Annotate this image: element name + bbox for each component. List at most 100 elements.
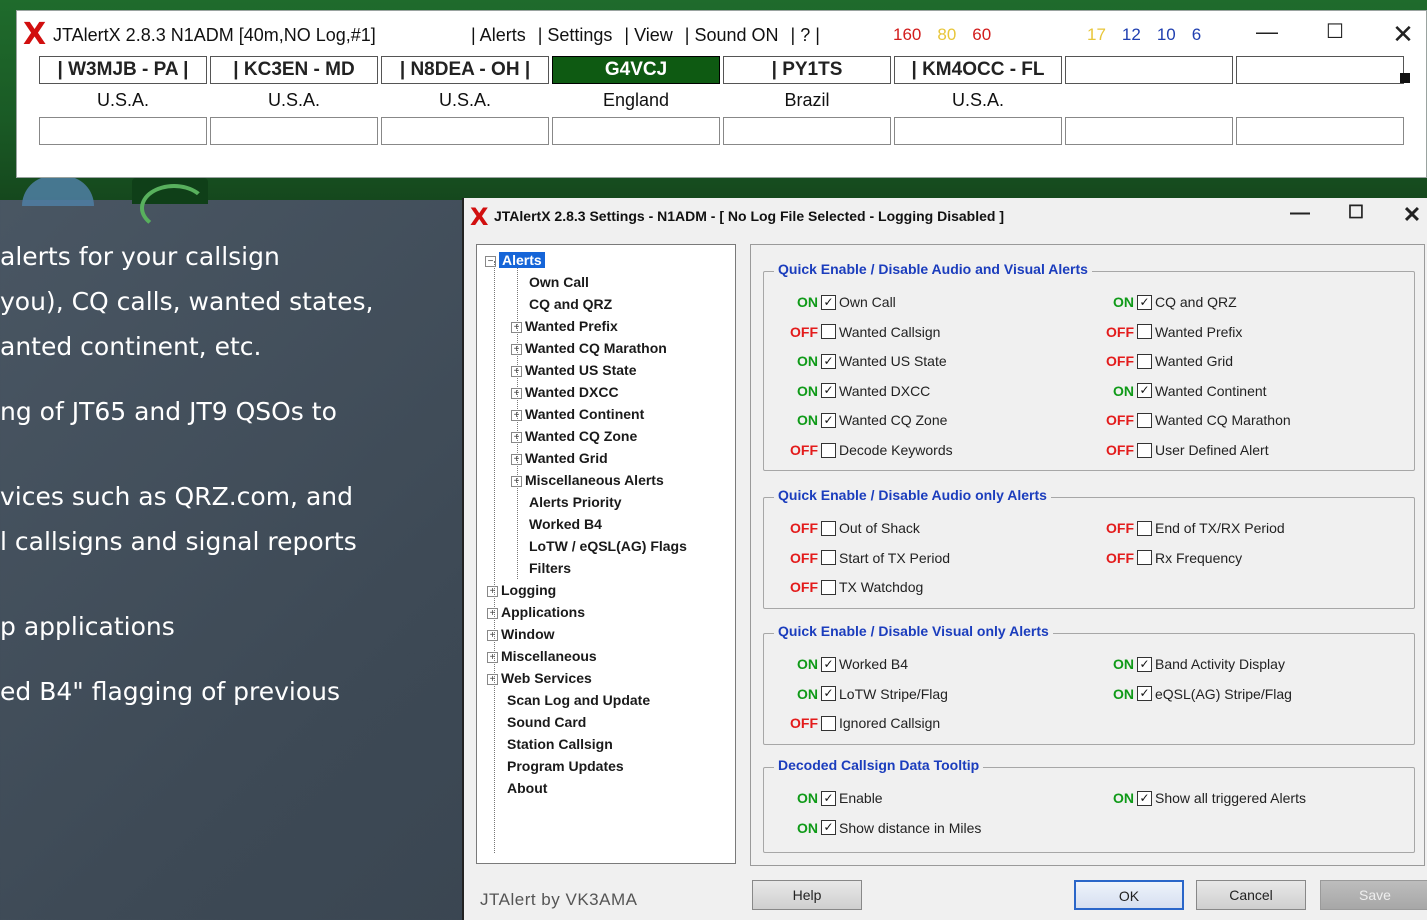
expand-icon[interactable]: +	[511, 475, 522, 487]
ok-button[interactable]: OK	[1074, 880, 1184, 910]
checkbox-unchecked[interactable]	[821, 520, 836, 536]
tree-item[interactable]: + Applications	[487, 603, 585, 621]
alert-toggle-row[interactable]: ON ✓ Worked B4	[784, 656, 908, 672]
alert-toggle-row[interactable]: OFF Start of TX Period	[784, 550, 950, 566]
callsign-cell[interactable]: | N8DEA - OH | U.S.A.	[381, 56, 549, 160]
alert-toggle-row[interactable]: OFF Decode Keywords	[784, 442, 953, 458]
checkbox-unchecked[interactable]	[1137, 412, 1152, 428]
close-icon[interactable]: ✕	[1383, 19, 1423, 50]
tree-item[interactable]: + Window	[487, 625, 555, 643]
tree-item[interactable]: CQ and QRZ	[529, 295, 612, 313]
checkbox-checked[interactable]: ✓	[1137, 383, 1152, 399]
collapse-icon[interactable]: −	[485, 255, 496, 267]
alert-toggle-row[interactable]: OFF Out of Shack	[784, 520, 920, 536]
tree-item[interactable]: + Wanted CQ Marathon	[511, 339, 667, 357]
alert-toggle-row[interactable]: OFF Wanted Prefix	[1100, 324, 1242, 340]
checkbox-unchecked[interactable]	[1137, 324, 1152, 340]
alert-toggle-row[interactable]: OFF End of TX/RX Period	[1100, 520, 1285, 536]
expand-icon[interactable]: +	[511, 409, 522, 421]
checkbox-checked[interactable]: ✓	[1137, 656, 1152, 672]
checkbox-unchecked[interactable]	[1137, 442, 1152, 458]
expand-icon[interactable]: +	[487, 629, 498, 641]
alert-toggle-row[interactable]: ON ✓ CQ and QRZ	[1100, 294, 1237, 310]
alert-toggle-row[interactable]: OFF TX Watchdog	[784, 579, 923, 595]
checkbox-checked[interactable]: ✓	[821, 656, 836, 672]
tree-item[interactable]: + Wanted Prefix	[511, 317, 618, 335]
expand-icon[interactable]: +	[511, 387, 522, 399]
expand-icon[interactable]: +	[511, 343, 522, 355]
expand-icon[interactable]: +	[487, 673, 498, 685]
tree-item[interactable]: LoTW / eQSL(AG) Flags	[529, 537, 687, 555]
alert-toggle-row[interactable]: ON ✓ LoTW Stripe/Flag	[784, 686, 948, 702]
callsign-cell-empty[interactable]	[1236, 56, 1404, 160]
checkbox-unchecked[interactable]	[1137, 520, 1152, 536]
close-icon[interactable]: ✕	[1392, 202, 1427, 228]
checkbox-checked[interactable]: ✓	[1137, 686, 1152, 702]
maximize-icon[interactable]: ☐	[1336, 202, 1376, 223]
checkbox-unchecked[interactable]	[1137, 550, 1152, 566]
callsign-cell[interactable]: | W3MJB - PA | U.S.A.	[39, 56, 207, 160]
tree-item-alerts[interactable]: − Alerts	[485, 251, 545, 269]
tree-item[interactable]: Worked B4	[529, 515, 602, 533]
callsign-label[interactable]	[1065, 56, 1233, 84]
window-grip-icon[interactable]	[1400, 73, 1410, 83]
tree-item[interactable]: Filters	[529, 559, 571, 577]
callsign-label[interactable]: | KC3EN - MD	[210, 56, 378, 84]
expand-icon[interactable]: +	[511, 453, 522, 465]
callsign-label[interactable]: | W3MJB - PA |	[39, 56, 207, 84]
alert-toggle-row[interactable]: ON ✓ Enable	[784, 790, 883, 806]
alert-toggle-row[interactable]: OFF Wanted Grid	[1100, 353, 1233, 369]
alert-toggle-row[interactable]: ON ✓ Own Call	[784, 294, 896, 310]
tree-item[interactable]: Station Callsign	[507, 735, 613, 753]
tree-item[interactable]: + Miscellaneous	[487, 647, 597, 665]
tree-item[interactable]: Alerts Priority	[529, 493, 622, 511]
menu-sound[interactable]: | Sound ON	[679, 25, 785, 46]
menu-view[interactable]: | View	[618, 25, 678, 46]
checkbox-checked[interactable]: ✓	[821, 383, 836, 399]
alert-toggle-row[interactable]: OFF Rx Frequency	[1100, 550, 1242, 566]
tree-item[interactable]: + Wanted US State	[511, 361, 637, 379]
checkbox-unchecked[interactable]	[821, 550, 836, 566]
cancel-button[interactable]: Cancel	[1196, 880, 1306, 910]
tree-item[interactable]: Scan Log and Update	[507, 691, 650, 709]
expand-icon[interactable]: +	[487, 651, 498, 663]
menu-alerts[interactable]: | Alerts	[465, 25, 532, 46]
callsign-cell[interactable]: | KC3EN - MD U.S.A.	[210, 56, 378, 160]
expand-icon[interactable]: +	[511, 431, 522, 443]
alert-toggle-row[interactable]: ON ✓ eQSL(AG) Stripe/Flag	[1100, 686, 1292, 702]
checkbox-unchecked[interactable]	[821, 324, 836, 340]
tree-item[interactable]: + Wanted Grid	[511, 449, 608, 467]
expand-icon[interactable]: +	[487, 607, 498, 619]
checkbox-unchecked[interactable]	[821, 442, 836, 458]
callsign-label[interactable]: | PY1TS	[723, 56, 891, 84]
callsign-cell-highlighted[interactable]: G4VCJ England	[552, 56, 720, 160]
callsign-label[interactable]: | KM4OCC - FL	[894, 56, 1062, 84]
callsign-cell-empty[interactable]	[1065, 56, 1233, 160]
maximize-icon[interactable]: ☐	[1315, 19, 1355, 44]
alert-toggle-row[interactable]: OFF Ignored Callsign	[784, 715, 940, 731]
callsign-label[interactable]: G4VCJ	[552, 56, 720, 84]
expand-icon[interactable]: +	[487, 585, 498, 597]
alert-toggle-row[interactable]: OFF Wanted Callsign	[784, 324, 940, 340]
callsign-label[interactable]	[1236, 56, 1404, 84]
alert-toggle-row[interactable]: ON ✓ Wanted US State	[784, 353, 947, 369]
tree-item[interactable]: Sound Card	[507, 713, 586, 731]
save-button[interactable]: Save	[1320, 880, 1427, 910]
alert-toggle-row[interactable]: ON ✓ Band Activity Display	[1100, 656, 1285, 672]
checkbox-checked[interactable]: ✓	[821, 820, 836, 836]
checkbox-checked[interactable]: ✓	[821, 686, 836, 702]
expand-icon[interactable]: +	[511, 321, 522, 333]
checkbox-unchecked[interactable]	[1137, 353, 1152, 369]
checkbox-checked[interactable]: ✓	[1137, 294, 1152, 310]
tree-item[interactable]: + Web Services	[487, 669, 592, 687]
tree-item[interactable]: + Wanted CQ Zone	[511, 427, 637, 445]
tree-item[interactable]: Own Call	[529, 273, 589, 291]
alert-toggle-row[interactable]: ON ✓ Wanted Continent	[1100, 383, 1267, 399]
tree-item[interactable]: Program Updates	[507, 757, 624, 775]
menu-settings[interactable]: | Settings	[532, 25, 619, 46]
tree-item[interactable]: + Wanted Continent	[511, 405, 644, 423]
tree-item[interactable]: About	[507, 779, 547, 797]
expand-icon[interactable]: +	[511, 365, 522, 377]
checkbox-checked[interactable]: ✓	[821, 294, 836, 310]
alert-toggle-row[interactable]: OFF User Defined Alert	[1100, 442, 1269, 458]
